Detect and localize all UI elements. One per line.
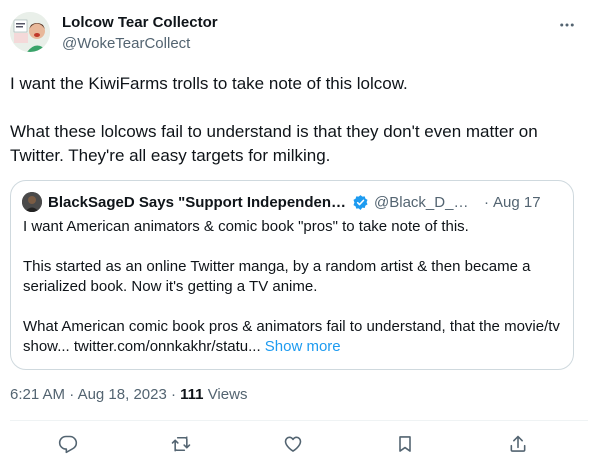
- quoted-tweet[interactable]: BlackSageD Says "Support Independent M..…: [10, 180, 574, 370]
- quoted-author-avatar: [22, 192, 42, 212]
- retweet-button[interactable]: [169, 432, 193, 456]
- show-more-link[interactable]: Show more: [265, 338, 341, 355]
- quoted-tweet-text: I want American animators & comic book "…: [23, 217, 563, 357]
- like-button[interactable]: [281, 432, 305, 456]
- quoted-tweet-header: BlackSageD Says "Support Independent M..…: [22, 192, 564, 212]
- quoted-paragraph: This started as an online Twitter manga,…: [23, 258, 531, 295]
- tweet-date[interactable]: Aug 18, 2023: [78, 386, 167, 403]
- views-count: 111: [180, 386, 204, 403]
- author-avatar[interactable]: [10, 12, 50, 52]
- verified-badge-icon: [352, 194, 369, 211]
- tweet-paragraph: What these lolcows fail to understand is…: [10, 122, 538, 165]
- retweet-icon: [171, 436, 191, 452]
- divider: [10, 420, 588, 421]
- meta-separator: ·: [69, 386, 75, 403]
- tweet-text: I want the KiwiFarms trolls to take note…: [10, 72, 580, 168]
- reply-icon: [58, 435, 78, 454]
- tweet-metadata: 6:21 AM · Aug 18, 2023 · 111 Views: [10, 386, 247, 403]
- quoted-tweet-date: Aug 17: [493, 193, 541, 211]
- quoted-paragraph: What American comic book pros & animator…: [23, 317, 563, 357]
- more-icon: [560, 23, 574, 27]
- author-name[interactable]: Lolcow Tear Collector: [62, 14, 218, 31]
- tweet-time[interactable]: 6:21 AM: [10, 386, 65, 403]
- share-icon: [510, 435, 526, 452]
- like-icon: [284, 436, 302, 452]
- bookmark-button[interactable]: [393, 432, 417, 456]
- more-options-button[interactable]: [554, 12, 580, 38]
- views-label: Views: [207, 386, 248, 403]
- meta-separator: ·: [170, 386, 176, 403]
- quoted-author-handle: @Black_D_Ga...: [374, 193, 478, 211]
- quoted-author-name: BlackSageD Says "Support Independent M..…: [48, 193, 348, 211]
- author-handle[interactable]: @WokeTearCollect: [62, 35, 190, 52]
- share-button[interactable]: [506, 432, 530, 456]
- reply-button[interactable]: [56, 432, 80, 456]
- tweet-paragraph: I want the KiwiFarms trolls to take note…: [10, 74, 408, 93]
- quoted-date-separator: ·: [484, 193, 489, 211]
- bookmark-icon: [399, 436, 411, 452]
- quoted-paragraph: I want American animators & comic book "…: [23, 218, 469, 235]
